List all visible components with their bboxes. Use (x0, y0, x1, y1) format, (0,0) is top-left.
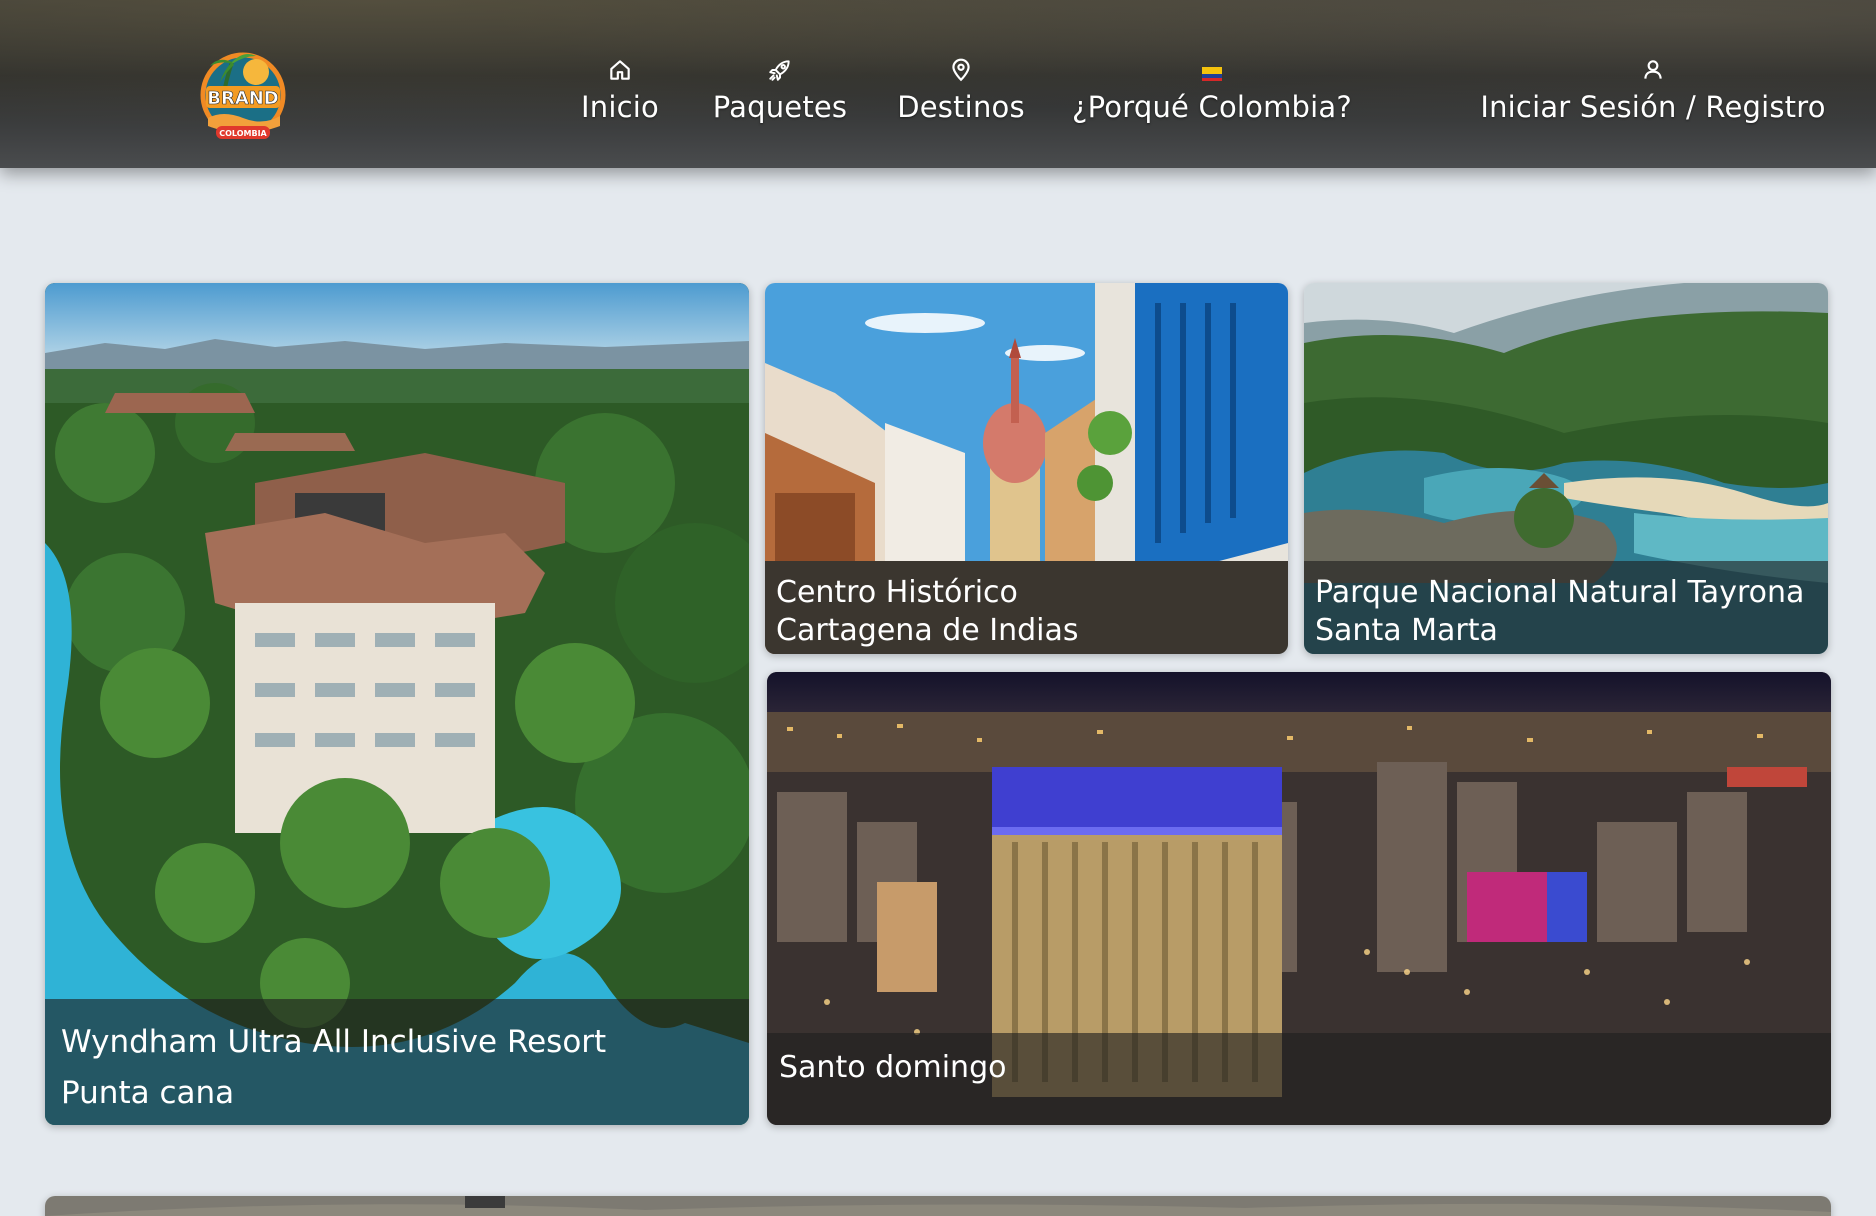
card-subtitle: Santa Marta (1315, 613, 1498, 648)
destination-card-wyndham[interactable]: Wyndham Ultra All Inclusive Resort Punta… (45, 283, 749, 1125)
brand-logo-graphic: BRAND COLOMBIA (200, 52, 286, 139)
logo-brand-text: BRAND (207, 88, 279, 109)
user-icon (1639, 56, 1667, 84)
card-caption: Parque Nacional Natural Tayrona Santa Ma… (1304, 561, 1828, 654)
destination-card-cartagena[interactable]: Centro Histórico Cartagena de Indias (765, 283, 1288, 654)
card-caption: Wyndham Ultra All Inclusive Resort Punta… (45, 999, 749, 1125)
brand-logo[interactable]: BRAND COLOMBIA (198, 40, 288, 150)
destination-card-tayrona[interactable]: Parque Nacional Natural Tayrona Santa Ma… (1304, 283, 1828, 654)
nav-label: ¿Porqué Colombia? (1072, 90, 1352, 124)
colombia-flag-icon (1198, 56, 1226, 84)
nav-label: Iniciar Sesión / Registro (1480, 90, 1826, 124)
site-header: BRAND COLOMBIA Inicio Paquetes Destinos … (0, 0, 1876, 168)
location-pin-icon (947, 56, 975, 84)
nav-label: Destinos (897, 90, 1025, 124)
nav-item-porque-colombia[interactable]: ¿Porqué Colombia? (1072, 56, 1352, 136)
nav-item-inicio[interactable]: Inicio (578, 56, 662, 136)
card-subtitle: Punta cana (61, 1075, 235, 1111)
next-section-banner[interactable] (45, 1196, 1831, 1216)
nav-label: Inicio (581, 90, 659, 124)
nav-item-destinos[interactable]: Destinos (897, 56, 1025, 136)
next-banner-photo (45, 1196, 1831, 1216)
nav-item-login-register[interactable]: Iniciar Sesión / Registro (1480, 56, 1826, 136)
card-title: Centro Histórico (776, 575, 1018, 610)
card-caption: Santo domingo (767, 1033, 1831, 1125)
card-caption: Centro Histórico Cartagena de Indias (765, 561, 1288, 654)
card-title: Santo domingo (779, 1050, 1007, 1085)
nav-label: Paquetes (712, 90, 848, 124)
card-subtitle: Cartagena de Indias (776, 613, 1079, 648)
destination-card-santo-domingo[interactable]: Santo domingo (767, 672, 1831, 1125)
logo-colombia-text: COLOMBIA (219, 129, 267, 138)
card-title: Parque Nacional Natural Tayrona (1315, 575, 1805, 610)
card-title: Wyndham Ultra All Inclusive Resort (61, 1024, 607, 1060)
home-icon (606, 56, 634, 84)
nav-item-paquetes[interactable]: Paquetes (710, 56, 850, 136)
rocket-icon (766, 56, 794, 84)
